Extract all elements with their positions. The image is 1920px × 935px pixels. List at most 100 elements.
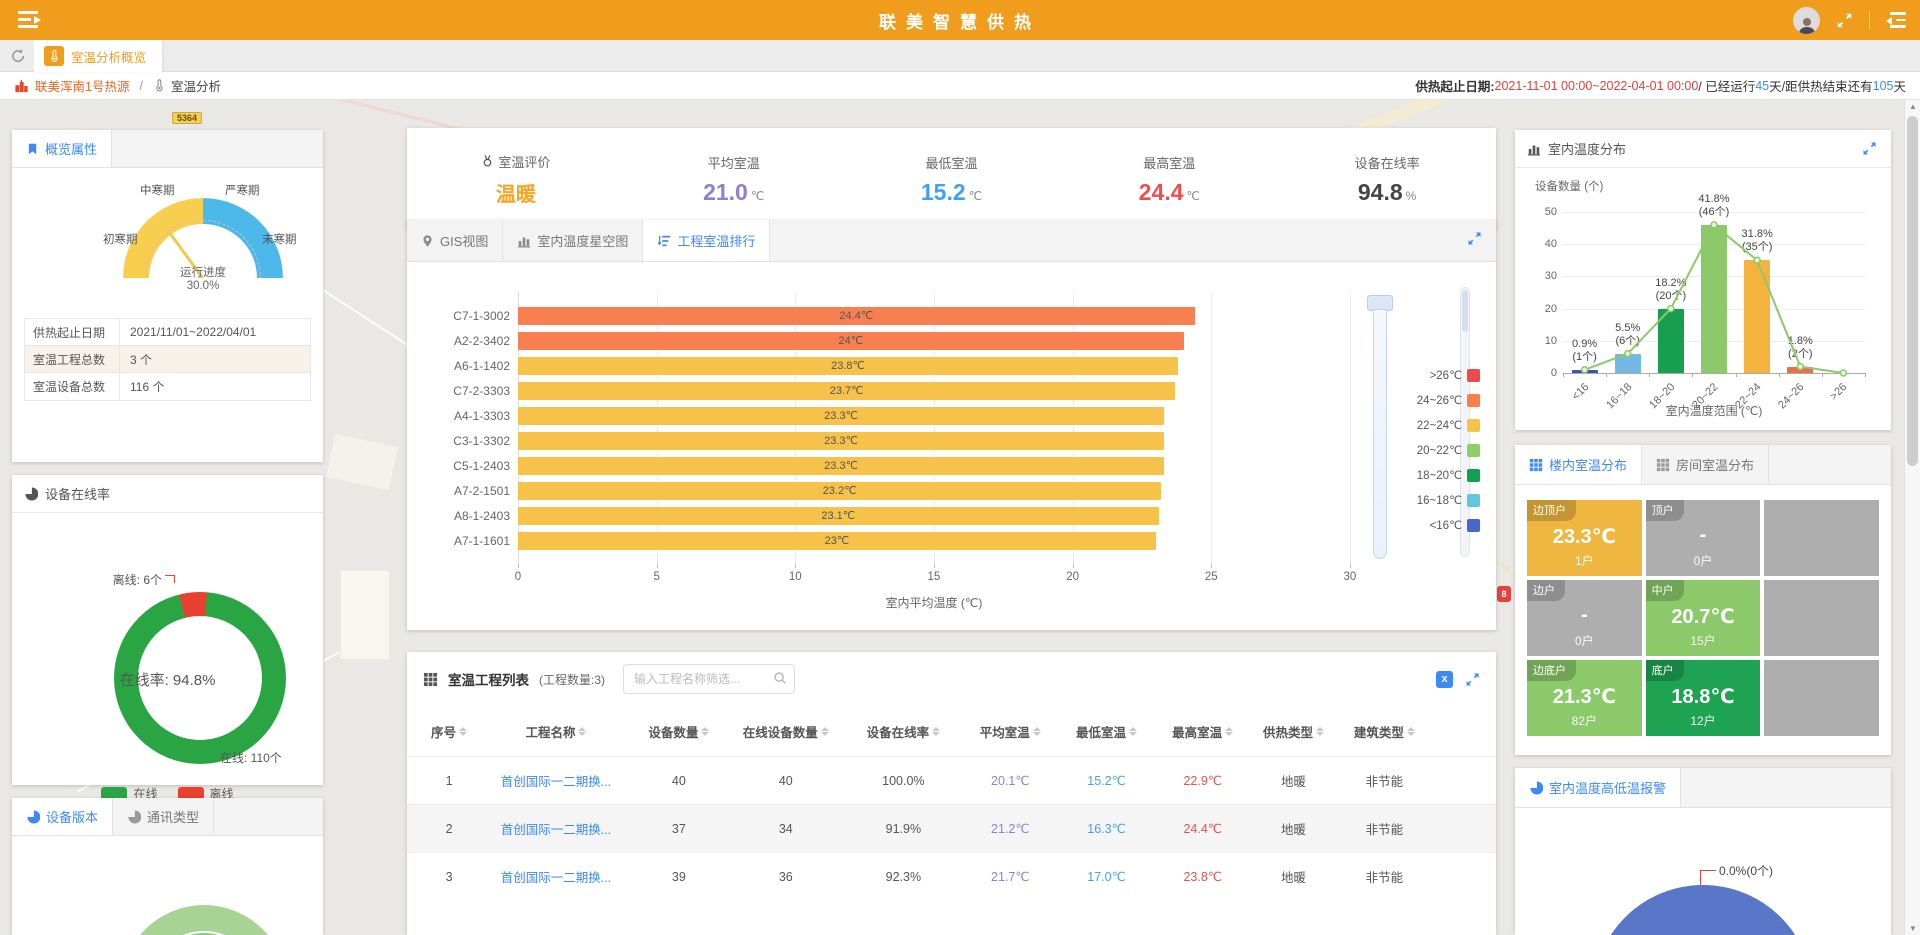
column-header[interactable]: 建筑类型 [1336,722,1432,741]
legend-label: 22~24℃ [1402,418,1462,432]
user-avatar[interactable] [1793,7,1820,34]
table-row: 1首创国际一二期换...4040100.0%20.1℃15.2℃22.9℃地暖非… [407,756,1496,804]
table-title: 室温工程列表 [448,669,529,689]
legend-item[interactable]: 22~24℃ [1402,418,1480,432]
column-header-label: 最低室温 [1076,722,1126,741]
cell-household-count: 12户 [1646,712,1761,729]
page-tab-label: 室温分析概览 [71,47,146,66]
project-name-link[interactable]: 首创国际一二期换... [481,819,631,838]
column-header[interactable]: 最低室温 [1058,722,1154,741]
expand-icon[interactable] [1465,672,1480,687]
tab-temp-alarm[interactable]: 室内温度高低温报警 [1515,768,1681,807]
column-header[interactable]: 设备在线率 [845,722,963,741]
legend-item[interactable]: 24~26℃ [1402,393,1480,407]
page-tab-active[interactable]: 室温分析概览 [34,40,162,72]
bar-category-label: A7-1-1601 [424,534,510,548]
cell-position-tag: 边底户 [1527,660,1576,681]
overview-info-table: 供热起止日期2021/11/01~2022/04/01室温工程总数3 个室温设备… [24,318,311,401]
column-header[interactable]: 在线设备数量 [727,722,845,741]
legend-swatch [1467,494,1480,507]
tab-overview-props[interactable]: 概览属性 [12,130,112,167]
distribution-ylabel: 设备数量 (个) [1535,178,1603,194]
stat-label: 最高室温 [1060,153,1278,172]
axis-tick-label: 10 [775,571,815,583]
info-label: 供热起止日期 [25,319,120,345]
bar-category-label: C7-2-3303 [424,384,510,398]
project-search-input[interactable] [623,664,795,694]
fullscreen-icon[interactable] [1836,12,1853,29]
map-marker: 8 [1497,586,1511,602]
stat-item: 最高室温24.4℃ [1060,153,1278,206]
app-title: 联美智慧供热 [0,8,1920,33]
legend-item[interactable]: >26℃ [1402,368,1480,382]
scrollbar-thumb[interactable] [1907,116,1918,466]
tab-device-version[interactable]: 设备版本 [12,798,113,835]
cell-household-count: 0户 [1527,632,1642,649]
legend-label: 16~18℃ [1402,493,1462,507]
tab-label: 室内温度星空图 [537,231,628,250]
scroll-down-arrow[interactable]: ▼ [1905,924,1920,933]
cell-position-tag: 边顶户 [1527,500,1576,521]
stat-item: 室温评价温暖 [407,152,625,207]
breadcrumb-page: 室温分析 [171,76,221,95]
refresh-icon[interactable] [10,48,26,64]
table-cell: 100.0% [845,774,963,788]
column-header[interactable]: 工程名称 [481,722,631,741]
alarm-title: 室内温度高低温报警 [1549,778,1666,797]
project-name-link[interactable]: 首创国际一二期换... [481,867,631,886]
search-icon[interactable] [773,671,787,685]
cell-temp-value: 21.3℃ [1527,684,1642,709]
distribution-chart: 01020304050<160.9%(1个)16~185.5%(6个)18~20… [1563,212,1865,373]
column-header[interactable]: 序号 [417,722,481,741]
overview-info-row: 室温工程总数3 个 [25,346,310,373]
tab-building-temp[interactable]: 楼内室温分布 [1515,445,1642,484]
menu-fold-icon[interactable] [1886,12,1906,28]
legend-item[interactable]: 18~20℃ [1402,468,1480,482]
tab-temp-starmap[interactable]: 室内温度星空图 [503,220,643,261]
scroll-up-arrow[interactable]: ▲ [1905,102,1920,111]
page-tab-bar: 室温分析概览 [0,40,1920,72]
tab-comm-type[interactable]: 通讯类型 [113,798,214,835]
column-header[interactable]: 最高室温 [1155,722,1251,741]
project-name-link[interactable]: 首创国际一二期换... [481,771,631,790]
stats-card: 室温评价温暖平均室温21.0℃最低室温15.2℃最高室温24.4℃设备在线率94… [407,128,1496,230]
stat-unit: ℃ [969,189,982,203]
export-excel-icon[interactable]: x [1436,671,1453,688]
tab-gis-view[interactable]: GIS视图 [407,220,503,261]
info-label: 室温设备总数 [25,373,120,400]
axis-tick [1779,373,1780,377]
column-header[interactable]: 供热类型 [1251,722,1337,741]
legend-swatch [1467,519,1480,532]
legend-item[interactable]: 16~18℃ [1402,493,1480,507]
building-cell [1764,500,1879,576]
tab-project-temp-ranking[interactable]: 工程室温排行 [643,220,770,261]
column-header-label: 设备在线率 [867,722,930,741]
y-tick-label: 50 [1531,206,1557,218]
building-cell [1764,660,1879,736]
table-cell: 17.0℃ [1058,869,1154,884]
cell-position-tag: 底户 [1646,660,1684,681]
sort-caret-icon [459,727,467,736]
dashboard-screen: 联美智慧供热 室温分析概览 联美浑南1号热源 / [0,0,1920,935]
sort-caret-icon [1225,727,1233,736]
legend-item[interactable]: 20~22℃ [1402,443,1480,457]
table-cell: 非节能 [1336,819,1432,838]
breadcrumb-station-link[interactable]: 联美浑南1号热源 [35,76,129,95]
cell-temp-value: - [1527,604,1642,627]
legend-item[interactable]: <16℃ [1402,518,1480,532]
column-header[interactable]: 设备数量 [631,722,727,741]
table-cell: 地暖 [1251,819,1337,838]
days-suffix: 天 [1893,76,1906,95]
gauge-label: 初寒期 [103,231,138,247]
column-header[interactable]: 平均室温 [962,722,1058,741]
expand-icon[interactable] [1467,231,1482,246]
stat-label-text: 平均室温 [708,153,760,172]
device-version-panel: 设备版本通讯类型 [12,798,323,935]
temp-bar: 23.3℃ [518,432,1164,450]
expand-icon[interactable] [1862,141,1877,156]
tab-room-temp[interactable]: 房间室温分布 [1642,445,1769,484]
y-tick-label: 30 [1531,270,1557,282]
table-cell: 91.9% [845,822,963,836]
axis-tick [1865,373,1866,377]
column-header-label: 序号 [431,722,456,741]
